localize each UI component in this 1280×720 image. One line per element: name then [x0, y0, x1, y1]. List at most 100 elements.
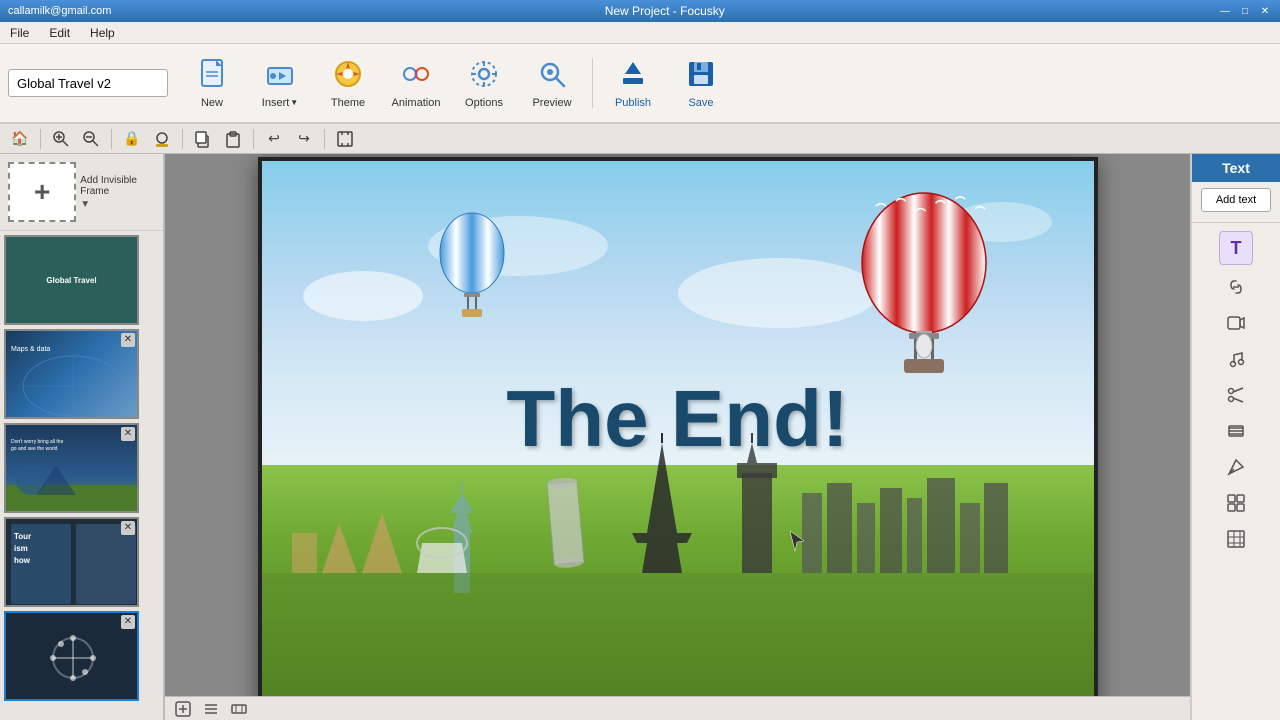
slides-panel: + Add Invisible Frame ▼ Global Travel ✕ [0, 154, 165, 720]
slides-list: Global Travel ✕ Maps & data ✕ [0, 231, 163, 720]
publish-icon [617, 58, 649, 95]
settings-mode-button[interactable] [229, 699, 249, 719]
svg-text:Maps & data: Maps & data [11, 346, 50, 353]
slide-1[interactable]: Global Travel [4, 235, 139, 325]
redo-button[interactable]: ↪ [292, 127, 316, 151]
menu-file[interactable]: File [6, 24, 33, 42]
animation-button[interactable]: Animation [384, 48, 448, 118]
slide-3-bg: Don't worry bring all the go and see the… [6, 425, 137, 511]
color-button[interactable] [150, 127, 174, 151]
canvas-area[interactable]: The End! [165, 154, 1190, 720]
project-name-input[interactable] [8, 69, 168, 97]
cloud-3 [678, 258, 878, 328]
title-bar: callamilk@gmail.com New Project - Focusk… [0, 0, 1280, 22]
menu-bar: File Edit Help [0, 22, 1280, 44]
birds-decoration [262, 191, 1094, 251]
main-content: + Add Invisible Frame ▼ Global Travel ✕ [0, 154, 1280, 720]
slide-5[interactable]: ✕ [4, 611, 139, 701]
paste-button[interactable] [221, 127, 245, 151]
menu-edit[interactable]: Edit [45, 24, 74, 42]
right-panel-title: Text [1192, 154, 1280, 182]
list-view-button[interactable] [201, 699, 221, 719]
right-panel: Text Add text T [1190, 154, 1280, 720]
toolbar2-divider-4 [253, 129, 254, 149]
add-frame-icon: + [34, 176, 50, 208]
svg-text:Tour: Tour [14, 532, 31, 541]
publish-label: Publish [615, 97, 651, 109]
add-frame-dropdown[interactable]: ▼ [80, 199, 155, 210]
slide-1-bg: Global Travel [6, 237, 137, 323]
right-panel-divider-1 [1192, 222, 1280, 223]
fullscreen-button[interactable] [333, 127, 357, 151]
options-icon [468, 58, 500, 95]
insert-icon [264, 58, 296, 95]
home-button[interactable]: 🏠 [8, 127, 32, 151]
window-title: New Project - Focusky [605, 4, 725, 18]
svg-text:how: how [14, 556, 31, 565]
preview-button[interactable]: Preview [520, 48, 584, 118]
add-frame-box[interactable]: + [8, 162, 76, 222]
user-email: callamilk@gmail.com [8, 5, 111, 17]
slide-4-close[interactable]: ✕ [121, 521, 135, 535]
svg-text:Don't worry bring all the: Don't worry bring all the [11, 439, 64, 445]
save-label: Save [688, 97, 713, 109]
bottom-toolbar [165, 696, 1190, 720]
grid-icon[interactable] [1220, 487, 1252, 519]
undo-button[interactable]: ↩ [262, 127, 286, 151]
minimize-button[interactable]: — [1218, 4, 1232, 18]
options-label: Options [465, 97, 503, 109]
maximize-button[interactable]: □ [1238, 4, 1252, 18]
add-frame-label: Add Invisible Frame [80, 175, 155, 197]
toolbar2-divider-1 [40, 129, 41, 149]
zoom-in-button[interactable] [49, 127, 73, 151]
layers-icon[interactable] [1220, 415, 1252, 447]
add-text-button[interactable]: Add text [1201, 188, 1271, 212]
slide-5-close[interactable]: ✕ [121, 615, 135, 629]
add-frame-area: + Add Invisible Frame ▼ [0, 154, 163, 231]
scissors-icon[interactable] [1220, 379, 1252, 411]
grid2-icon[interactable] [1220, 523, 1252, 555]
copy-button[interactable] [191, 127, 215, 151]
presentation-frame: The End! [258, 157, 1098, 717]
link-icon[interactable] [1220, 271, 1252, 303]
music-icon[interactable] [1220, 343, 1252, 375]
video-icon[interactable] [1220, 307, 1252, 339]
insert-button[interactable]: Insert▼ [248, 48, 312, 118]
save-button[interactable]: Save [669, 48, 733, 118]
slide-2-bg: Maps & data [6, 331, 137, 417]
slide-2-close[interactable]: ✕ [121, 333, 135, 347]
main-toolbar: New Insert▼ Theme Animation Options Prev… [0, 44, 1280, 124]
slide-4-bg: Tour ism how [6, 519, 137, 605]
slide-5-bg [6, 613, 137, 699]
slide-3[interactable]: ✕ Don't worry bring all the go and see t… [4, 423, 139, 513]
toolbar2-divider-3 [182, 129, 183, 149]
text-format-icon[interactable]: T [1219, 231, 1253, 265]
svg-text:ism: ism [14, 544, 28, 553]
lock-button[interactable]: 🔒 [120, 127, 144, 151]
plane-icon[interactable] [1220, 451, 1252, 483]
options-button[interactable]: Options [452, 48, 516, 118]
close-button[interactable]: ✕ [1258, 4, 1272, 18]
preview-icon [536, 58, 568, 95]
silhouettes [262, 437, 1094, 713]
slide-1-label: Global Travel [42, 272, 100, 289]
slide-4[interactable]: ✕ Tour ism how [4, 517, 139, 607]
zoom-out-button[interactable] [79, 127, 103, 151]
toolbar2-divider-5 [324, 129, 325, 149]
theme-button[interactable]: Theme [316, 48, 380, 118]
svg-text:go and see the world: go and see the world [11, 446, 58, 452]
menu-help[interactable]: Help [86, 24, 119, 42]
animation-icon [400, 58, 432, 95]
publish-button[interactable]: Publish [601, 48, 665, 118]
insert-label: Insert▼ [262, 97, 298, 109]
animation-label: Animation [392, 97, 441, 109]
toolbar2-divider-2 [111, 129, 112, 149]
new-button[interactable]: New [180, 48, 244, 118]
window-controls: — □ ✕ [1218, 4, 1272, 18]
preview-label: Preview [532, 97, 571, 109]
edit-mode-button[interactable] [173, 699, 193, 719]
slide-3-close[interactable]: ✕ [121, 427, 135, 441]
new-icon [196, 58, 228, 95]
new-label: New [201, 97, 223, 109]
slide-2[interactable]: ✕ Maps & data [4, 329, 139, 419]
